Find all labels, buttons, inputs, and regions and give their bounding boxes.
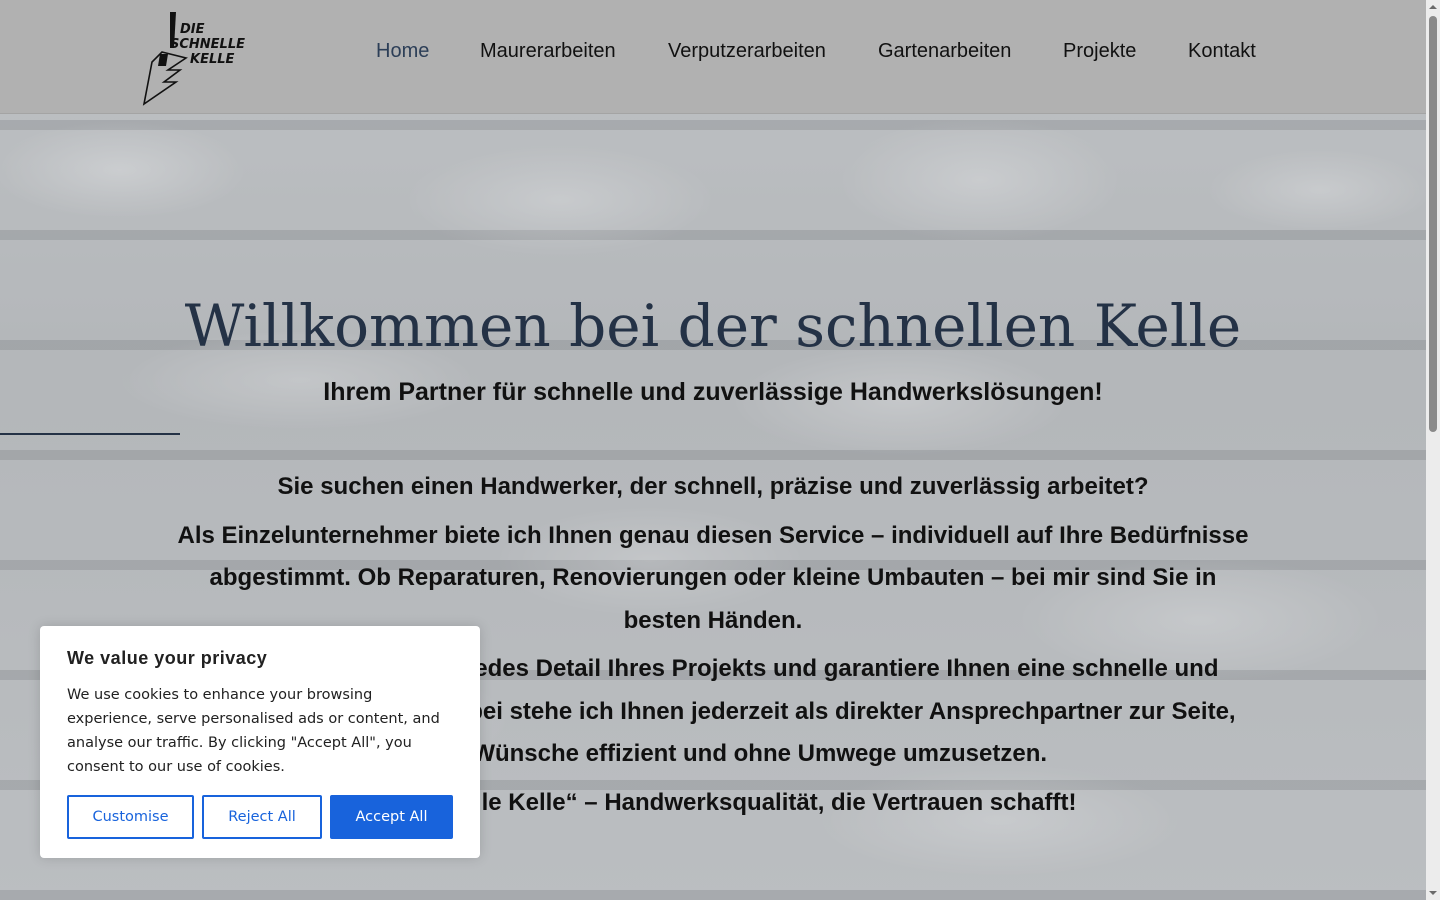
- intro-paragraph: Sie suchen einen Handwerker, der schnell…: [277, 473, 1149, 500]
- main-navigation: Home Maurerarbeiten Verputzerarbeiten Ga…: [0, 40, 1426, 70]
- hero-subtitle: Ihrem Partner für schnelle und zuverläss…: [323, 378, 1103, 406]
- intro-paragraph: Als Einzelunternehmer biete ich Ihnen ge…: [177, 521, 1249, 634]
- nav-item-gartenarbeiten[interactable]: Gartenarbeiten: [878, 40, 1011, 63]
- customise-button[interactable]: Customise: [67, 795, 194, 839]
- cookie-consent-banner: We value your privacy We use cookies to …: [40, 626, 480, 858]
- scrollbar-thumb[interactable]: [1429, 16, 1437, 432]
- cookie-banner-text: We use cookies to enhance your browsing …: [67, 687, 440, 775]
- accept-all-button[interactable]: Accept All: [330, 795, 453, 839]
- section-divider: [0, 433, 180, 435]
- scroll-up-arrow-icon[interactable]: [1426, 0, 1440, 14]
- scroll-down-arrow-icon[interactable]: [1426, 886, 1440, 900]
- cookie-banner-title: We value your privacy: [67, 648, 268, 668]
- nav-item-kontakt[interactable]: Kontakt: [1188, 40, 1256, 63]
- nav-item-home[interactable]: Home: [376, 40, 429, 63]
- logo-text-line-1: DIE: [180, 22, 205, 37]
- site-header: DIE SCHNELLE KELLE Home Maurerarbeiten V…: [0, 0, 1426, 114]
- hero-title: Willkommen bei der schnellen Kelle: [184, 292, 1242, 360]
- page-scrollbar[interactable]: [1426, 0, 1440, 900]
- nav-item-verputzerarbeiten[interactable]: Verputzerarbeiten: [668, 40, 826, 63]
- reject-all-button[interactable]: Reject All: [202, 795, 322, 839]
- nav-item-projekte[interactable]: Projekte: [1063, 40, 1136, 63]
- nav-item-maurerarbeiten[interactable]: Maurerarbeiten: [480, 40, 616, 63]
